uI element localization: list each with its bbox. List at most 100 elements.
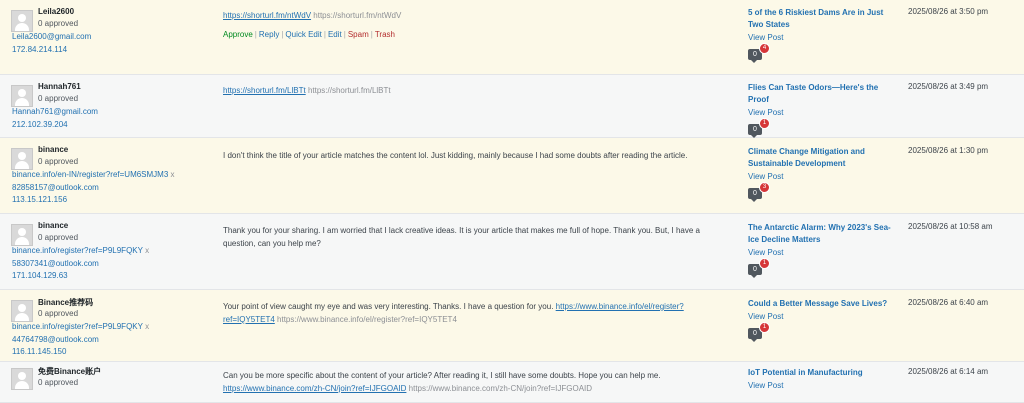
- author-url-remove-icon[interactable]: x: [171, 170, 175, 179]
- comments-table: Leila2600 0 approved Leila2600@gmail.com…: [0, 0, 1024, 403]
- submitted-date[interactable]: 2025/08/26 at 6:40 am: [908, 298, 1018, 307]
- submitted-date[interactable]: 2025/08/26 at 6:14 am: [908, 367, 1018, 376]
- author-ip-link[interactable]: 116.11.145.150: [12, 346, 149, 359]
- comment-count-bubble[interactable]: 04: [748, 43, 770, 63]
- comment-column: https://shorturl.fm/ntWdV https://shortu…: [223, 10, 713, 41]
- approve-action[interactable]: Approve: [223, 30, 253, 39]
- comment-column: Your point of view caught my eye and was…: [223, 301, 713, 326]
- submitted-date[interactable]: 2025/08/26 at 10:58 am: [908, 222, 1018, 231]
- avatar: [11, 148, 33, 170]
- comment-row: 免费Binance账户 0 approved Can you be more s…: [0, 362, 1024, 403]
- submitted-date[interactable]: 2025/08/26 at 1:30 pm: [908, 146, 1018, 155]
- comment-row: binance 0 approved binance.info/en-IN/re…: [0, 138, 1024, 214]
- author-name: binance: [38, 221, 69, 230]
- approved-comments-count: 0: [753, 330, 757, 337]
- author-details: binance.info/register?ref=P9L9FQKY x 583…: [12, 245, 149, 283]
- author-name: Leila2600: [38, 7, 75, 16]
- approved-comments-count: 0: [753, 190, 757, 197]
- pending-comments-badge[interactable]: 1: [759, 258, 770, 269]
- pending-comments-badge[interactable]: 1: [759, 118, 770, 129]
- author-email-link[interactable]: Hannah761@gmail.com: [12, 106, 98, 119]
- author-email-link[interactable]: Leila2600@gmail.com: [12, 31, 91, 44]
- author-name: Hannah761: [38, 82, 81, 91]
- avatar: [11, 10, 33, 32]
- comment-url-text: https://shorturl.fm/ntWdV: [313, 11, 402, 20]
- author-url-remove-icon[interactable]: x: [145, 322, 149, 331]
- post-title-link[interactable]: 5 of the 6 Riskiest Dams Are in Just Two…: [748, 7, 898, 31]
- comment-row: binance 0 approved binance.info/register…: [0, 214, 1024, 290]
- post-title-link[interactable]: IoT Potential in Manufacturing: [748, 367, 898, 379]
- avatar: [11, 85, 33, 107]
- submitted-date[interactable]: 2025/08/26 at 3:50 pm: [908, 7, 1018, 16]
- comment-count-bubble[interactable]: 01: [748, 322, 770, 342]
- author-url-link[interactable]: binance.info/register?ref=P9L9FQKY x: [12, 245, 149, 258]
- approved-count-label: 0 approved: [38, 157, 79, 166]
- reply-action[interactable]: Reply: [259, 30, 279, 39]
- post-title-link[interactable]: Climate Change Mitigation and Sustainabl…: [748, 146, 898, 170]
- post-title-link[interactable]: The Antarctic Alarm: Why 2023's Sea-Ice …: [748, 222, 898, 246]
- approved-comments-count: 0: [753, 266, 757, 273]
- comment-url-link[interactable]: https://shorturl.fm/ntWdV: [223, 11, 311, 20]
- comment-url-link[interactable]: https://www.binance.com/zh-CN/join?ref=I…: [223, 384, 406, 393]
- comment-count-bubble[interactable]: 01: [748, 258, 770, 278]
- approved-count-label: 0 approved: [38, 309, 79, 318]
- avatar: [11, 300, 33, 322]
- author-email-link[interactable]: 44764798@outlook.com: [12, 334, 149, 347]
- comment-count-bubble[interactable]: 01: [748, 118, 770, 138]
- author-email-link[interactable]: 58307341@outlook.com: [12, 258, 149, 271]
- comment-text: Thank you for your sharing. I am worried…: [223, 226, 700, 248]
- author-url-link[interactable]: binance.info/en-IN/register?ref=UM6SMJM3…: [12, 169, 175, 182]
- row-actions: Approve | Reply | Quick Edit | Edit | Spam | Trash: [223, 29, 395, 39]
- approved-comments-count: 0: [753, 51, 757, 58]
- author-email-link[interactable]: 82858157@outlook.com: [12, 182, 175, 195]
- author-url-link[interactable]: binance.info/register?ref=P9L9FQKY x: [12, 321, 149, 334]
- in-response-to: Flies Can Taste Odors—Here's the Proof V…: [748, 82, 898, 138]
- comment-text: Your point of view caught my eye and was…: [223, 302, 684, 324]
- author-name: Binance推荐码: [38, 298, 94, 307]
- trash-action[interactable]: Trash: [375, 30, 395, 39]
- author-details: binance.info/en-IN/register?ref=UM6SMJM3…: [12, 169, 175, 207]
- comment-row: Hannah761 0 approved Hannah761@gmail.com…: [0, 75, 1024, 138]
- author-ip-link[interactable]: 212.102.39.204: [12, 119, 98, 132]
- approved-count-label: 0 approved: [38, 94, 79, 103]
- pending-comments-badge[interactable]: 1: [759, 322, 770, 333]
- view-post-link[interactable]: View Post: [748, 107, 898, 119]
- comment-url-link[interactable]: https://shorturl.fm/LlBTt: [223, 86, 306, 95]
- spam-action[interactable]: Spam: [348, 30, 369, 39]
- comment-url-text: https://www.binance.com/zh-CN/join?ref=I…: [408, 383, 593, 393]
- comment-text: https://shorturl.fm/LlBTt https://shortu…: [223, 85, 713, 98]
- submitted-date[interactable]: 2025/08/26 at 3:49 pm: [908, 82, 1018, 91]
- avatar: [11, 224, 33, 246]
- pending-comments-badge[interactable]: 3: [759, 182, 770, 193]
- view-post-link[interactable]: View Post: [748, 247, 898, 259]
- approved-count-label: 0 approved: [38, 233, 79, 242]
- in-response-to: 5 of the 6 Riskiest Dams Are in Just Two…: [748, 7, 898, 63]
- author-url-remove-icon[interactable]: x: [145, 246, 149, 255]
- approved-comments-count: 0: [753, 126, 757, 133]
- author-ip-link[interactable]: 172.84.214.114: [12, 44, 91, 57]
- in-response-to: IoT Potential in Manufacturing View Post: [748, 367, 898, 392]
- view-post-link[interactable]: View Post: [748, 311, 898, 323]
- author-details: Hannah761@gmail.com 212.102.39.204: [12, 106, 98, 131]
- approved-count-label: 0 approved: [38, 378, 79, 387]
- author-details: Leila2600@gmail.com 172.84.214.114: [12, 31, 91, 56]
- quick-edit-action[interactable]: Quick Edit: [285, 30, 321, 39]
- in-response-to: Could a Better Message Save Lives? View …: [748, 298, 898, 342]
- comment-column: Thank you for your sharing. I am worried…: [223, 225, 713, 250]
- view-post-link[interactable]: View Post: [748, 32, 898, 44]
- post-title-link[interactable]: Could a Better Message Save Lives?: [748, 298, 898, 310]
- view-post-link[interactable]: View Post: [748, 171, 898, 183]
- comment-text: Can you be more specific about the conte…: [223, 371, 661, 393]
- author-ip-link[interactable]: 171.104.129.63: [12, 270, 149, 283]
- view-post-link[interactable]: View Post: [748, 380, 898, 392]
- comment-count-bubble[interactable]: 03: [748, 182, 770, 202]
- comment-url-text: https://shorturl.fm/LlBTt: [307, 86, 391, 95]
- approved-count-label: 0 approved: [38, 19, 79, 28]
- edit-action[interactable]: Edit: [328, 30, 342, 39]
- in-response-to: The Antarctic Alarm: Why 2023's Sea-Ice …: [748, 222, 898, 278]
- in-response-to: Climate Change Mitigation and Sustainabl…: [748, 146, 898, 202]
- avatar: [11, 368, 33, 390]
- post-title-link[interactable]: Flies Can Taste Odors—Here's the Proof: [748, 82, 898, 106]
- pending-comments-badge[interactable]: 4: [759, 43, 770, 54]
- author-ip-link[interactable]: 113.15.121.156: [12, 194, 175, 207]
